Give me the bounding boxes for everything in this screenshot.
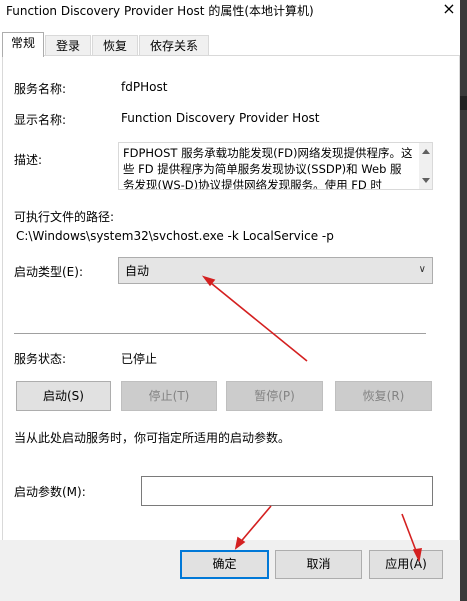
arrowhead-apply [412, 548, 422, 563]
arrow-to-ok [237, 505, 272, 546]
arrow-to-startup-type [205, 278, 308, 362]
tab-general[interactable]: 常规 [2, 32, 44, 57]
annotation-arrows [201, 275, 422, 563]
